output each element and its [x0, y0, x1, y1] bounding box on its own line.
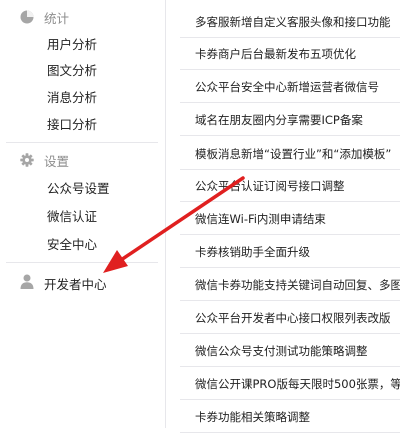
announcement-title: 卡券功能相关策略调整: [195, 410, 310, 424]
announcement-item[interactable]: 卡券商户后台最新发布五项优化: [180, 39, 400, 70]
sidebar-item-label: 图文分析: [47, 62, 98, 78]
announcement-title: 域名在朋友圈内分享需要ICP备案: [195, 113, 363, 127]
announcement-item[interactable]: 微信公开课PRO版每天限时500张票，等你: [180, 369, 400, 400]
sidebar-item-wechat-verification[interactable]: 微信认证: [0, 203, 165, 227]
announcement-item[interactable]: 域名在朋友圈内分享需要ICP备案: [180, 105, 400, 136]
announcement-title: 公众平台开发者中心接口权限列表改版: [195, 311, 391, 325]
sidebar-item-label: 消息分析: [47, 89, 98, 105]
sidebar-divider: [6, 262, 158, 263]
section-header-settings: 设置: [0, 145, 165, 175]
sidebar-item-developer-center[interactable]: 开发者中心: [0, 268, 165, 296]
sidebar-divider: [6, 142, 158, 143]
announcement-item[interactable]: 公众平台认证订阅号接口调整: [180, 171, 400, 202]
gear-icon: [20, 153, 34, 167]
announcement-item[interactable]: 卡券核销助手全面升级: [180, 237, 400, 268]
sidebar-item-message-analysis[interactable]: 消息分析: [0, 84, 165, 108]
sidebar: 统计 用户分析 图文分析 消息分析 接口分析 设置 公众号设置 微信认证 安全中…: [0, 0, 166, 428]
announcement-item[interactable]: 多客服新增自定义客服头像和接口功能: [180, 7, 400, 38]
announcement-title: 公众平台安全中心新增运营者微信号: [195, 80, 379, 94]
announcement-item[interactable]: 公众平台安全中心新增运营者微信号: [180, 72, 400, 103]
sidebar-item-label: 用户分析: [47, 36, 98, 52]
announcement-item[interactable]: 公众平台开发者中心接口权限列表改版: [180, 303, 400, 334]
person-icon: [20, 274, 34, 289]
section-title-settings: 设置: [44, 153, 70, 169]
announcement-title: 微信连Wi-Fi内测申请结束: [195, 212, 326, 226]
announcement-title: 卡券商户后台最新发布五项优化: [195, 47, 356, 61]
announcement-item[interactable]: 微信卡券功能支持关键词自动回复、多图文: [180, 270, 400, 301]
pie-chart-icon: [20, 10, 34, 24]
sidebar-item-security-center[interactable]: 安全中心: [0, 231, 165, 255]
section-title-stats: 统计: [44, 10, 70, 26]
sidebar-item-api-analysis[interactable]: 接口分析: [0, 111, 165, 135]
developer-center-label: 开发者中心: [44, 277, 107, 292]
announcement-title: 微信公众号支付测试功能策略调整: [195, 344, 368, 358]
sidebar-item-article-analysis[interactable]: 图文分析: [0, 57, 165, 81]
announcement-title: 微信公开课PRO版每天限时500张票，等你: [195, 377, 400, 391]
announcement-item[interactable]: 微信连Wi-Fi内测申请结束: [180, 204, 400, 235]
section-header-stats: 统计: [0, 2, 165, 32]
sidebar-item-label: 接口分析: [47, 116, 98, 132]
announcement-item[interactable]: 模板消息新增“设置行业”和“添加模板”: [180, 139, 400, 170]
announcement-item[interactable]: 微信公众号支付测试功能策略调整: [180, 336, 400, 367]
announcement-title: 微信卡券功能支持关键词自动回复、多图文: [195, 278, 400, 292]
announcement-item[interactable]: 卡券功能相关策略调整: [180, 402, 400, 433]
sidebar-item-user-analysis[interactable]: 用户分析: [0, 31, 165, 55]
announcement-list: 多客服新增自定义客服头像和接口功能 卡券商户后台最新发布五项优化 公众平台安全中…: [180, 0, 400, 433]
sidebar-item-account-settings[interactable]: 公众号设置: [0, 175, 165, 199]
announcement-title: 多客服新增自定义客服头像和接口功能: [195, 15, 391, 29]
announcement-title: 模板消息新增“设置行业”和“添加模板”: [195, 147, 392, 161]
sidebar-item-label: 公众号设置: [47, 180, 110, 196]
sidebar-item-label: 安全中心: [47, 236, 98, 252]
announcement-title: 公众平台认证订阅号接口调整: [195, 179, 345, 193]
announcement-title: 卡券核销助手全面升级: [195, 245, 310, 259]
sidebar-item-label: 微信认证: [47, 208, 98, 224]
